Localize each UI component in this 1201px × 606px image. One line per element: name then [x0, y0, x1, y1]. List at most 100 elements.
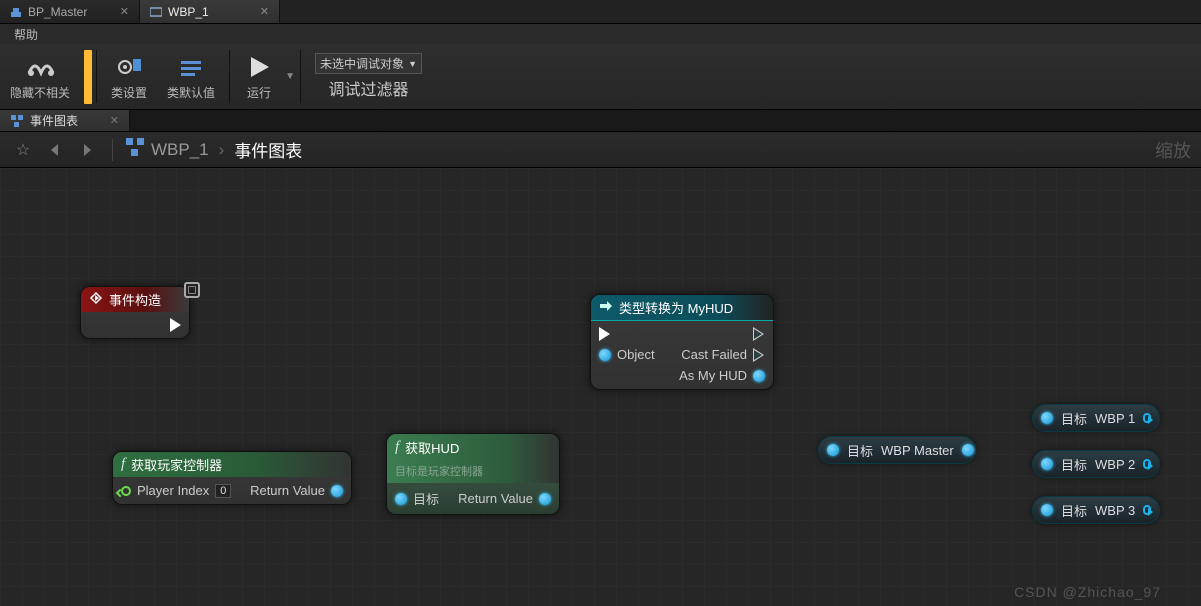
node-title: 类型转换为 MyHUD: [619, 298, 733, 317]
class-defaults-button[interactable]: 类默认值: [157, 44, 225, 109]
breadcrumb-path: WBP_1 › 事件图表: [151, 137, 302, 162]
node-get-player-controller[interactable]: f 获取玩家控制器 Player Index 0 Return Value: [112, 451, 352, 505]
player-index-pin[interactable]: [121, 486, 131, 496]
menu-help[interactable]: 帮助: [6, 25, 46, 44]
button-label: 类默认值: [167, 84, 215, 101]
node-wbp-1[interactable]: 目标 WBP 1: [1032, 404, 1160, 432]
node-subtitle: 目标是玩家控制器: [395, 463, 483, 479]
separator: [96, 50, 97, 103]
favorite-button[interactable]: ☆: [10, 137, 36, 163]
return-pin[interactable]: [539, 493, 551, 505]
target-in-pin[interactable]: [1041, 504, 1053, 516]
player-index-value[interactable]: 0: [215, 484, 231, 498]
watermark: CSDN @Zhichao_97: [1014, 584, 1161, 600]
node-header: 事件构造: [81, 287, 189, 312]
tab-wbp-1[interactable]: WBP_1 ✕: [140, 0, 280, 23]
node-cast-myhud[interactable]: 类型转换为 MyHUD Object Cast Failed As My HUD: [590, 294, 774, 390]
node-body: 目标 Return Value: [387, 483, 559, 514]
widget-icon: [150, 6, 162, 18]
play-button[interactable]: 运行: [234, 44, 284, 109]
blueprint-icon: [10, 6, 22, 18]
node-header: f 获取玩家控制器: [113, 452, 351, 477]
function-icon: f: [121, 456, 125, 473]
node-wbp-master[interactable]: 目标 WBP Master: [818, 436, 976, 464]
cast-failed-label: Cast Failed: [681, 347, 747, 362]
target-label: 目标: [413, 489, 439, 508]
class-settings-button[interactable]: 类设置: [101, 44, 157, 109]
node-title: 获取玩家控制器: [131, 455, 222, 474]
object-label: Object: [617, 347, 655, 362]
node-name: WBP 3: [1095, 503, 1135, 518]
accent-bar: [84, 50, 92, 104]
target-label: 目标: [1061, 455, 1087, 474]
debug-target-label: 未选中调试对象: [320, 55, 404, 72]
cast-failed-pin[interactable]: [753, 348, 765, 362]
close-icon[interactable]: ✕: [260, 5, 269, 18]
close-icon[interactable]: ✕: [110, 114, 119, 127]
debug-target-select[interactable]: 未选中调试对象 ▼: [315, 53, 422, 74]
breakpoint-icon[interactable]: [184, 282, 200, 298]
exec-in-pin[interactable]: [599, 327, 610, 341]
zoom-label: 缩放: [1155, 137, 1191, 163]
menu-bar: 帮助: [0, 24, 1201, 44]
target-label: 目标: [847, 441, 873, 460]
sub-tab-bar: 事件图表 ✕: [0, 110, 1201, 132]
value-out-pin[interactable]: [1143, 413, 1151, 423]
object-pin[interactable]: [599, 349, 611, 361]
debug-group: 未选中调试对象 ▼ 调试过滤器: [305, 44, 432, 109]
node-title: 事件构造: [109, 290, 161, 309]
event-icon: [89, 291, 103, 308]
debug-filter-label: 调试过滤器: [329, 76, 409, 100]
node-header: f 获取HUD 目标是玩家控制器: [387, 434, 559, 483]
target-in-pin[interactable]: [1041, 458, 1053, 470]
node-body: Object Cast Failed As My HUD: [591, 321, 773, 389]
value-out-pin[interactable]: [962, 444, 974, 456]
play-icon: [244, 52, 274, 82]
function-icon: f: [395, 439, 399, 456]
separator: [300, 50, 301, 103]
close-icon[interactable]: ✕: [120, 5, 129, 18]
button-label: 隐藏不相关: [10, 84, 70, 101]
class-defaults-icon: [176, 52, 206, 82]
value-out-pin[interactable]: [1143, 459, 1151, 469]
play-dropdown[interactable]: ▼: [284, 44, 296, 109]
hide-unrelated-button[interactable]: 隐藏不相关: [0, 44, 80, 109]
event-graph-icon: [125, 137, 145, 162]
breadcrumb-bar: ☆ WBP_1 › 事件图表 缩放: [0, 132, 1201, 168]
return-pin[interactable]: [331, 485, 343, 497]
target-in-pin[interactable]: [827, 444, 839, 456]
target-label: 目标: [1061, 409, 1087, 428]
node-wbp-3[interactable]: 目标 WBP 3: [1032, 496, 1160, 524]
main-tab-bar: BP_Master ✕ WBP_1 ✕: [0, 0, 1201, 24]
node-event-construct[interactable]: 事件构造: [80, 286, 190, 339]
return-label: Return Value: [458, 491, 533, 506]
button-label: 运行: [247, 84, 271, 101]
breadcrumb-wbp[interactable]: WBP_1: [151, 140, 209, 160]
node-wbp-2[interactable]: 目标 WBP 2: [1032, 450, 1160, 478]
target-pin[interactable]: [395, 493, 407, 505]
tab-label: BP_Master: [28, 5, 87, 19]
node-get-hud[interactable]: f 获取HUD 目标是玩家控制器 目标 Return Value: [386, 433, 560, 515]
tab-bp-master[interactable]: BP_Master ✕: [0, 0, 140, 23]
target-label: 目标: [1061, 501, 1087, 520]
node-name: WBP Master: [881, 443, 954, 458]
nav-back-button[interactable]: [42, 137, 68, 163]
exec-out-pin[interactable]: [753, 327, 765, 341]
separator: [112, 139, 113, 161]
target-in-pin[interactable]: [1041, 412, 1053, 424]
sub-tab-event-graph[interactable]: 事件图表 ✕: [0, 110, 130, 131]
cast-icon: [599, 300, 613, 315]
tab-label: WBP_1: [168, 5, 209, 19]
chevron-down-icon: ▼: [408, 59, 417, 69]
nav-forward-button[interactable]: [74, 137, 100, 163]
as-hud-pin[interactable]: [753, 370, 765, 382]
breadcrumb-graph[interactable]: 事件图表: [234, 137, 302, 162]
node-title: 获取HUD: [405, 438, 459, 457]
button-label: 类设置: [111, 84, 147, 101]
gear-icon: [114, 52, 144, 82]
exec-out-pin[interactable]: [170, 318, 181, 332]
node-body: [81, 312, 189, 338]
graph-canvas[interactable]: 事件构造 f 获取玩家控制器 Player Index 0 Return Val…: [0, 168, 1201, 606]
chevron-right-icon: ›: [219, 140, 225, 160]
value-out-pin[interactable]: [1143, 505, 1151, 515]
